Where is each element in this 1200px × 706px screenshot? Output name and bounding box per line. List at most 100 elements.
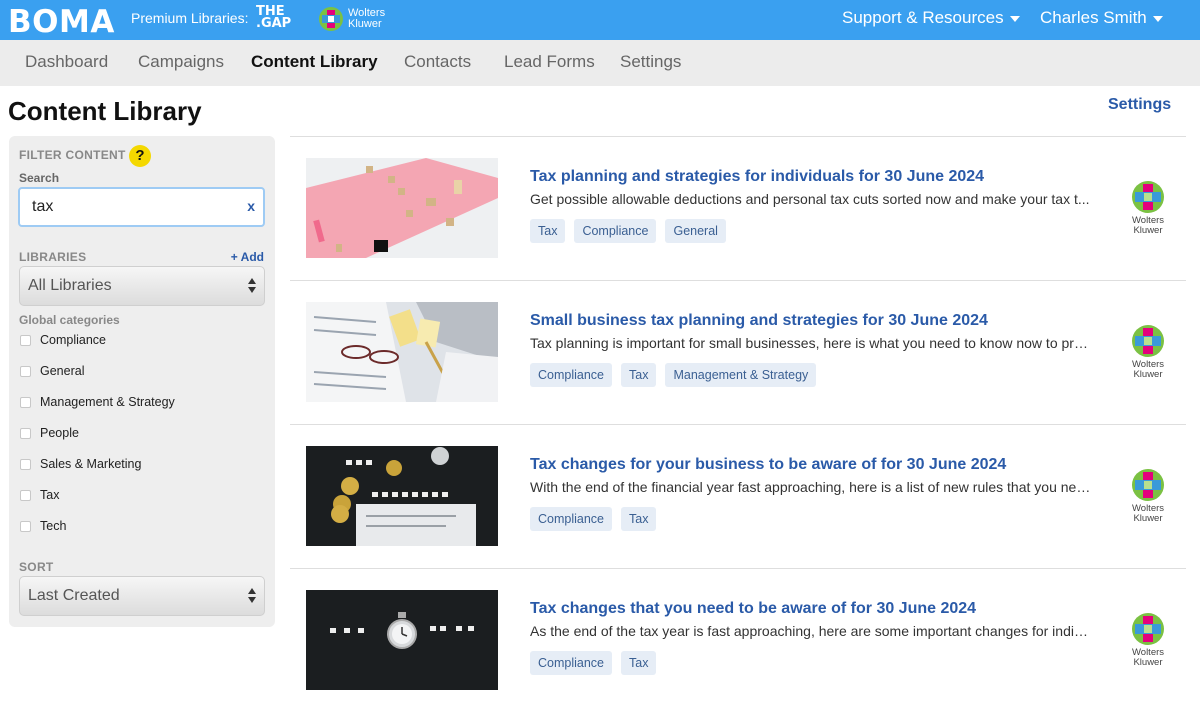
checkbox[interactable] xyxy=(20,365,31,377)
tag[interactable]: General xyxy=(665,219,726,243)
tab-campaigns[interactable]: Campaigns xyxy=(138,52,224,72)
tag[interactable]: Compliance xyxy=(530,507,613,531)
category-label: Tax xyxy=(40,488,60,502)
list-divider xyxy=(290,424,1186,425)
category-checkbox-general[interactable]: General xyxy=(20,364,84,378)
coins-blocks-image xyxy=(306,446,498,546)
source-logo: Wolters Kluwer xyxy=(1128,468,1168,524)
the-gap-logo[interactable]: THE .GAP xyxy=(256,5,292,31)
tag[interactable]: Compliance xyxy=(574,219,657,243)
the-gap-logo-line2: .GAP xyxy=(256,16,292,31)
search-label: Search xyxy=(19,171,60,185)
categories-heading: Global categories xyxy=(19,313,120,327)
wolters-kluwer-mark-icon xyxy=(1132,325,1164,357)
chevron-down-icon xyxy=(1152,16,1163,22)
wolters-kluwer-logo[interactable]: Wolters Kluwer xyxy=(318,6,385,32)
content-thumbnail[interactable] xyxy=(306,590,498,690)
checkbox[interactable] xyxy=(20,396,31,408)
wolters-kluwer-mark-icon xyxy=(1132,181,1164,213)
content-thumbnail[interactable] xyxy=(306,158,498,258)
checkbox[interactable] xyxy=(20,427,31,439)
brand-logo[interactable]: BOMA xyxy=(8,4,115,40)
category-checkbox-tax[interactable]: Tax xyxy=(20,488,59,502)
search-input[interactable] xyxy=(32,197,232,217)
category-label: Sales & Marketing xyxy=(40,457,142,471)
category-label: Tech xyxy=(40,519,67,533)
sort-heading: SORT xyxy=(19,560,54,574)
top-bar: BOMA Premium Libraries: THE .GAP Wolters… xyxy=(0,0,1200,40)
add-library-link[interactable]: + Add xyxy=(231,250,264,264)
premium-libraries-label: Premium Libraries: xyxy=(131,10,249,26)
source-logo: Wolters Kluwer xyxy=(1128,180,1168,236)
list-divider xyxy=(290,136,1186,137)
content-thumbnail[interactable] xyxy=(306,446,498,546)
content-description: Get possible allowable deductions and pe… xyxy=(530,191,1090,207)
content-title[interactable]: Tax changes for your business to be awar… xyxy=(530,456,1006,474)
category-label: General xyxy=(40,364,85,378)
content-item[interactable]: Tax planning and strategies for individu… xyxy=(290,158,1186,258)
sort-select[interactable]: Last Created xyxy=(19,576,265,616)
content-thumbnail[interactable] xyxy=(306,302,498,402)
settings-link[interactable]: Settings xyxy=(1108,96,1171,114)
tab-dashboard[interactable]: Dashboard xyxy=(25,52,108,72)
filter-panel: FILTER CONTENT ? Search x LIBRARIES + Ad… xyxy=(9,136,275,627)
alarm-clock-image xyxy=(306,590,498,690)
content-item[interactable]: Small business tax planning and strategi… xyxy=(290,302,1186,402)
tab-settings[interactable]: Settings xyxy=(620,52,681,72)
source-logo-line2: Kluwer xyxy=(1133,657,1163,668)
wolters-kluwer-mark-icon xyxy=(1132,469,1164,501)
user-name: Charles Smith xyxy=(1040,8,1147,27)
category-checkbox-management-strategy[interactable]: Management & Strategy xyxy=(20,395,175,409)
tag[interactable]: Management & Strategy xyxy=(665,363,817,387)
category-label: Management & Strategy xyxy=(40,395,175,409)
tag[interactable]: Tax xyxy=(621,651,657,675)
category-checkbox-sales-marketing[interactable]: Sales & Marketing xyxy=(20,457,141,471)
category-checkbox-compliance[interactable]: Compliance xyxy=(20,333,106,347)
tag[interactable]: Tax xyxy=(621,363,657,387)
content-description: Tax planning is important for small busi… xyxy=(530,335,1092,351)
content-description: As the end of the tax year is fast appro… xyxy=(530,623,1092,639)
category-checkbox-people[interactable]: People xyxy=(20,426,79,440)
chevron-down-icon xyxy=(1009,16,1020,22)
libraries-select-value: All Libraries xyxy=(28,277,112,294)
tab-content-library[interactable]: Content Library xyxy=(251,52,378,72)
checkbox[interactable] xyxy=(20,334,31,346)
tag-list: Tax Compliance General xyxy=(530,219,726,243)
plan-blocks-image xyxy=(306,158,498,258)
category-checkbox-tech[interactable]: Tech xyxy=(20,519,66,533)
list-divider xyxy=(290,568,1186,569)
content-item[interactable]: Tax changes for your business to be awar… xyxy=(290,446,1186,546)
source-logo-line2: Kluwer xyxy=(1133,225,1163,236)
user-menu[interactable]: Charles Smith xyxy=(1040,8,1163,28)
select-arrows-icon xyxy=(248,588,256,603)
tab-contacts[interactable]: Contacts xyxy=(404,52,471,72)
tag[interactable]: Compliance xyxy=(530,363,613,387)
clear-search-icon[interactable]: x xyxy=(247,198,255,214)
support-resources-menu[interactable]: Support & Resources xyxy=(842,8,1020,28)
checkbox[interactable] xyxy=(20,520,31,532)
sort-select-value: Last Created xyxy=(28,587,120,604)
wolters-kluwer-line2: Kluwer xyxy=(348,18,382,30)
tag[interactable]: Tax xyxy=(621,507,657,531)
help-icon[interactable]: ? xyxy=(129,145,151,167)
tab-lead-forms[interactable]: Lead Forms xyxy=(504,52,595,72)
content-title[interactable]: Tax changes that you need to be aware of… xyxy=(530,600,976,618)
tag[interactable]: Compliance xyxy=(530,651,613,675)
libraries-select[interactable]: All Libraries xyxy=(19,266,265,306)
list-divider xyxy=(290,280,1186,281)
select-arrows-icon xyxy=(248,278,256,293)
source-logo: Wolters Kluwer xyxy=(1128,612,1168,668)
content-item[interactable]: Tax changes that you need to be aware of… xyxy=(290,590,1186,690)
search-box: x xyxy=(18,187,265,227)
content-title[interactable]: Small business tax planning and strategi… xyxy=(530,312,988,330)
paperwork-image xyxy=(306,302,498,402)
tag-list: Compliance Tax xyxy=(530,651,657,675)
checkbox[interactable] xyxy=(20,489,31,501)
content-title[interactable]: Tax planning and strategies for individu… xyxy=(530,168,984,186)
support-resources-label: Support & Resources xyxy=(842,8,1004,27)
filter-heading: FILTER CONTENT xyxy=(19,148,126,162)
wolters-kluwer-mark-icon xyxy=(319,7,343,31)
tag[interactable]: Tax xyxy=(530,219,566,243)
checkbox[interactable] xyxy=(20,458,31,470)
source-logo-line2: Kluwer xyxy=(1133,513,1163,524)
